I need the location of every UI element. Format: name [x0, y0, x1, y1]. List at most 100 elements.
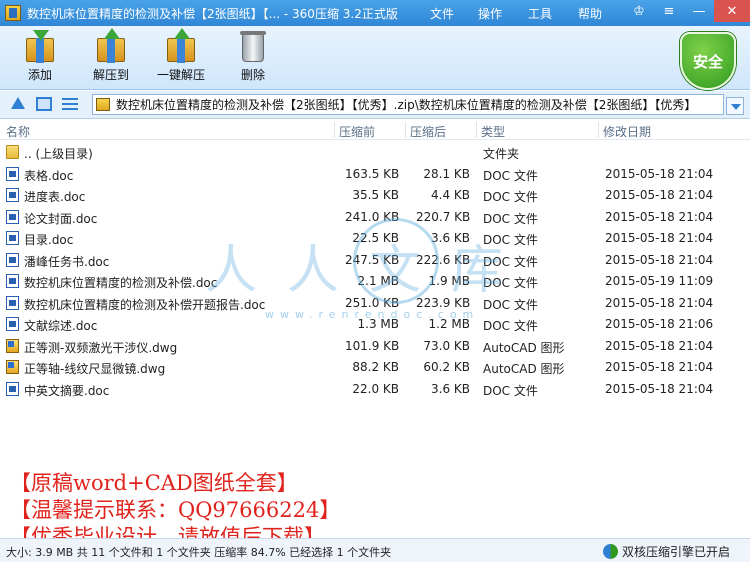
- menu-icon[interactable]: ≡: [654, 0, 684, 22]
- list-item[interactable]: 中英文摘要.doc 22.0 KB 3.6 KB DOC 文件 2015-05-18 2…: [0, 378, 750, 400]
- file-type: DOC 文件: [483, 168, 538, 183]
- file-size: 1.3 MB: [357, 317, 399, 331]
- doc-file-icon: [6, 166, 19, 181]
- file-name: 目录.doc: [24, 233, 74, 247]
- file-type: DOC 文件: [483, 383, 538, 398]
- doc-file-icon: [6, 317, 19, 331]
- file-list: .. (上级目录) 文件夹 表格.doc 163.5 KB 28.1 KB DOC 文件…: [0, 141, 750, 399]
- list-item[interactable]: 数控机床位置精度的检测及补偿开题报告.doc 251.0 KB 223.9 KB DO…: [0, 292, 750, 314]
- file-packed-size: 1.2 MB: [428, 317, 470, 331]
- file-date: 2015-05-19 11:09: [605, 274, 714, 288]
- engine-status[interactable]: 双核压缩引擎已开启: [602, 543, 730, 560]
- file-packed-size: 3.6 KB: [431, 231, 470, 245]
- menu-help[interactable]: 帮助: [578, 5, 628, 22]
- menu-bar: 文件 操作 工具 帮助: [430, 5, 628, 22]
- archive-icon: [96, 98, 110, 111]
- file-packed-size: 60.2 KB: [423, 360, 470, 374]
- list-item[interactable]: 目录.doc 22.5 KB 3.6 KB DOC 文件 2015-05-18 21:0…: [0, 227, 750, 249]
- security-shield-icon[interactable]: 安全: [680, 32, 736, 90]
- list-item[interactable]: 正等测-双频激光干涉仪.dwg 101.9 KB 73.0 KB AutoCAD 图形…: [0, 335, 750, 357]
- window-controls: ♔ ≡ — ✕: [624, 0, 750, 22]
- doc-file-icon: [6, 188, 19, 202]
- file-packed-size: 73.0 KB: [423, 338, 470, 353]
- list-header: 名称 压缩前 压缩后 类型 修改日期: [0, 120, 750, 140]
- list-item[interactable]: 论文封面.doc 241.0 KB 220.7 KB DOC 文件 2015-05-18…: [0, 206, 750, 228]
- skin-icon[interactable]: ♔: [624, 0, 654, 22]
- file-date: 2015-05-18 21:06: [605, 317, 714, 331]
- file-packed-size: 1.9 MB: [428, 274, 470, 288]
- column-type[interactable]: 类型: [481, 123, 505, 140]
- list-item[interactable]: 潘峰任务书.doc 247.5 KB 222.6 KB DOC 文件 2015-05-1…: [0, 249, 750, 271]
- list-item[interactable]: 数控机床位置精度的检测及补偿.doc 2.1 MB 1.9 MB DOC 文件 2015…: [0, 270, 750, 292]
- doc-file-icon: [6, 274, 19, 288]
- file-date: 2015-05-18 21:04: [605, 166, 714, 181]
- add-label: 添加: [27, 68, 52, 82]
- file-size: 35.5 KB: [352, 188, 399, 202]
- extract-to-label: 解压到: [92, 68, 129, 82]
- file-name: 潘峰任务书.doc: [24, 254, 110, 269]
- file-size: 101.9 KB: [345, 338, 400, 353]
- file-type: DOC 文件: [483, 319, 538, 333]
- dwg-file-icon: [6, 360, 19, 374]
- doc-file-icon: [6, 295, 19, 310]
- one-click-extract-label: 一键解压: [156, 68, 205, 82]
- column-divider[interactable]: [405, 122, 406, 138]
- column-divider[interactable]: [476, 122, 477, 138]
- menu-file[interactable]: 文件: [430, 5, 478, 22]
- path-field[interactable]: 数控机床位置精度的检测及补偿【2张图纸】【优秀】.zip\数控机床位置精度的检测…: [92, 94, 724, 115]
- file-type: DOC 文件: [483, 211, 538, 226]
- list-view-icon[interactable]: [62, 98, 78, 111]
- file-packed-size: 223.9 KB: [416, 295, 471, 310]
- add-archive-icon: [22, 30, 58, 64]
- file-type: AutoCAD 图形: [483, 362, 565, 376]
- file-type: DOC 文件: [483, 233, 538, 247]
- file-size: 22.0 KB: [352, 381, 399, 396]
- list-item[interactable]: 表格.doc 163.5 KB 28.1 KB DOC 文件 2015-05-18 21…: [0, 163, 750, 185]
- file-packed-size: 4.4 KB: [431, 188, 470, 202]
- path-dropdown-icon[interactable]: [726, 97, 744, 115]
- promo-line: 【温馨提示联系：QQ97666224】: [10, 498, 341, 522]
- add-button[interactable]: 添加: [5, 30, 75, 83]
- file-size: 88.2 KB: [352, 360, 399, 374]
- extract-to-icon: [93, 28, 129, 64]
- file-type: AutoCAD 图形: [483, 340, 565, 355]
- icon-view-icon[interactable]: [36, 97, 52, 111]
- list-item[interactable]: 正等轴-线纹尺显微镜.dwg 88.2 KB 60.2 KB AutoCAD 图形 20…: [0, 356, 750, 378]
- doc-file-icon: [6, 252, 19, 267]
- file-date: 2015-05-18 21:04: [605, 381, 714, 396]
- minimize-icon[interactable]: —: [684, 0, 714, 22]
- file-name: 正等轴-线纹尺显微镜.dwg: [24, 362, 166, 376]
- file-packed-size: 222.6 KB: [416, 252, 471, 267]
- file-date: 2015-05-18 21:04: [605, 252, 714, 267]
- file-size: 241.0 KB: [345, 209, 400, 224]
- delete-button[interactable]: 删除: [218, 30, 288, 83]
- dwg-file-icon: [6, 338, 19, 353]
- column-packed[interactable]: 压缩后: [410, 123, 446, 140]
- close-icon[interactable]: ✕: [714, 0, 750, 22]
- list-item[interactable]: .. (上级目录) 文件夹: [0, 141, 750, 163]
- menu-operate[interactable]: 操作: [478, 5, 528, 22]
- file-packed-size: 3.6 KB: [431, 381, 470, 396]
- doc-file-icon: [6, 381, 19, 396]
- file-size: 251.0 KB: [345, 295, 400, 310]
- menu-tools[interactable]: 工具: [528, 5, 578, 22]
- toolbar: 添加 解压到 一键解压 删除 安全: [0, 26, 750, 90]
- column-divider[interactable]: [334, 122, 335, 138]
- extract-to-button[interactable]: 解压到: [76, 28, 146, 83]
- folder-icon: [6, 145, 19, 159]
- file-packed-size: 220.7 KB: [416, 209, 471, 224]
- column-name[interactable]: 名称: [6, 123, 30, 140]
- list-item[interactable]: 进度表.doc 35.5 KB 4.4 KB DOC 文件 2015-05-18 21:…: [0, 184, 750, 206]
- list-item[interactable]: 文献综述.doc 1.3 MB 1.2 MB DOC 文件 2015-05-18 21:…: [0, 313, 750, 335]
- engine-label: 双核压缩引擎已开启: [621, 545, 730, 559]
- column-size[interactable]: 压缩前: [339, 123, 375, 140]
- file-type: 文件夹: [483, 147, 520, 161]
- file-type: DOC 文件: [483, 254, 538, 269]
- up-level-icon[interactable]: [9, 96, 27, 112]
- one-click-extract-button[interactable]: 一键解压: [146, 28, 216, 83]
- file-type: DOC 文件: [483, 276, 538, 290]
- file-size: 247.5 KB: [345, 252, 400, 267]
- column-divider[interactable]: [598, 122, 599, 138]
- column-date[interactable]: 修改日期: [603, 123, 651, 140]
- file-date: 2015-05-18 21:04: [605, 231, 714, 245]
